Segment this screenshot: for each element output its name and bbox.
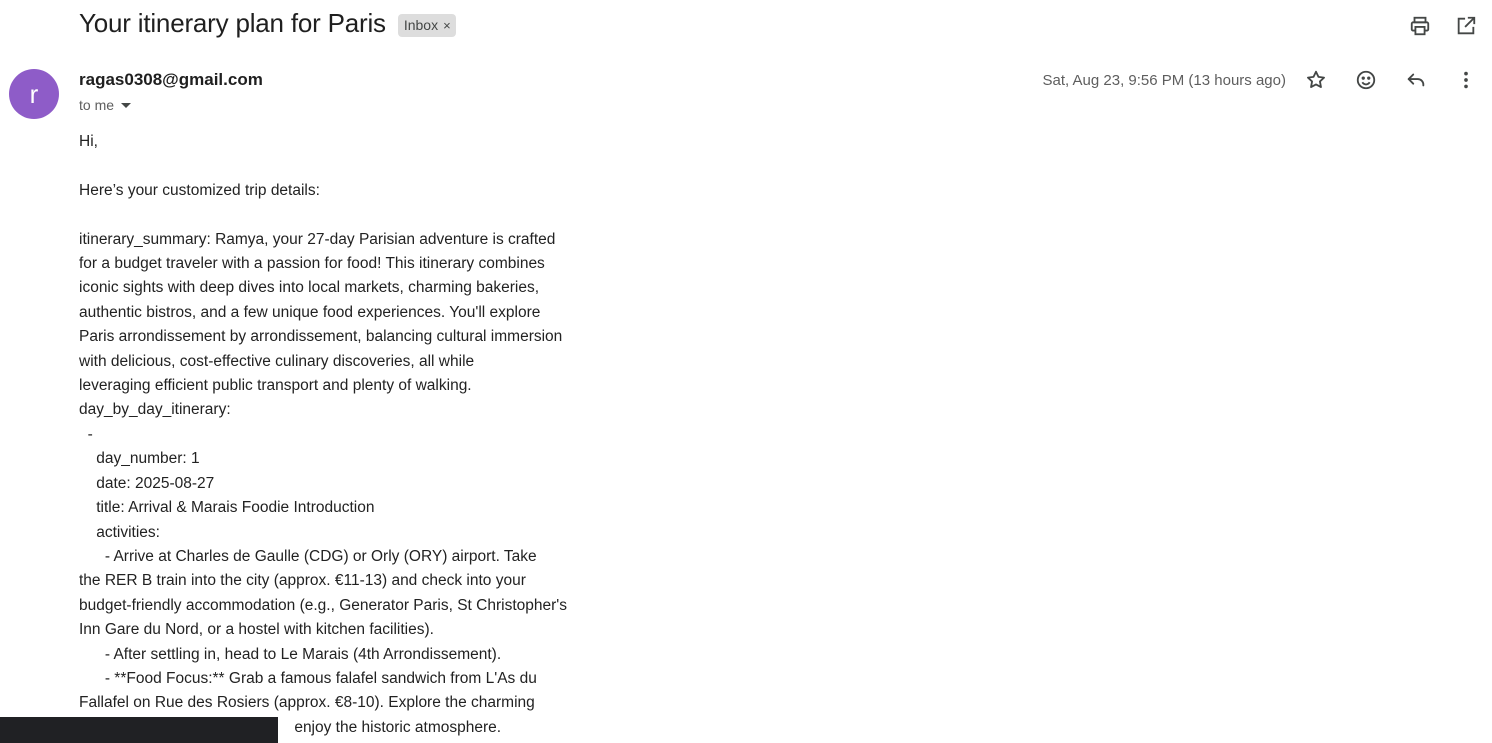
snackbar <box>0 717 278 743</box>
body-line: leveraging efficient public transport an… <box>79 377 472 395</box>
body-line: day_number: 1 <box>79 450 200 468</box>
more-vert-icon[interactable] <box>1454 68 1478 92</box>
body-line: itinerary_summary: Ramya, your 27-day Pa… <box>79 230 556 248</box>
thread-actions <box>1408 14 1478 38</box>
body-line: budget-friendly accommodation (e.g., Gen… <box>79 596 567 614</box>
email-header: Your itinerary plan for Paris Inbox × <box>79 8 456 39</box>
open-in-new-window-icon[interactable] <box>1454 14 1478 38</box>
email-subject: Your itinerary plan for Paris <box>79 8 386 38</box>
body-line: iconic sights with deep dives into local… <box>79 279 540 297</box>
body-line: Here’s your customized trip details: <box>79 181 320 199</box>
reply-icon[interactable] <box>1404 68 1428 92</box>
body-line <box>79 203 599 227</box>
body-line: - Arrive at Charles de Gaulle (CDG) or O… <box>79 547 537 565</box>
body-line: - After settling in, head to Le Marais (… <box>79 645 502 663</box>
recipient-text: to me <box>79 97 115 113</box>
message-date: Sat, Aug 23, 9:56 PM (13 hours ago) <box>1042 71 1287 89</box>
email-body: Hi, Here’s your customized trip details:… <box>79 130 599 740</box>
sender-email[interactable]: ragas0308@gmail.com <box>79 70 263 90</box>
message-meta: Sat, Aug 23, 9:56 PM (13 hours ago) <box>1043 68 1479 92</box>
chevron-down-icon <box>121 102 132 108</box>
label-text: Inbox <box>403 17 439 33</box>
body-line: with delicious, cost-effective culinary … <box>79 352 475 370</box>
avatar[interactable]: r <box>9 69 59 119</box>
remove-label-button[interactable]: × <box>443 18 451 33</box>
body-line: - <box>79 425 93 443</box>
recipient-details-toggle[interactable]: to me <box>79 97 132 113</box>
star-icon[interactable] <box>1304 68 1328 92</box>
body-line: date: 2025-08-27 <box>79 474 215 492</box>
body-line <box>79 154 599 178</box>
body-line: - **Food Focus:** Grab a famous falafel … <box>79 669 537 687</box>
body-line: Inn Gare du Nord, or a hostel with kitch… <box>79 621 434 639</box>
emoji-reaction-icon[interactable] <box>1354 68 1378 92</box>
print-icon[interactable] <box>1408 14 1432 38</box>
body-line: activities: <box>79 523 160 541</box>
body-line: title: Arrival & Marais Foodie Introduct… <box>79 499 375 517</box>
body-line: Hi, <box>79 133 98 150</box>
body-line: day_by_day_itinerary: <box>79 401 231 419</box>
body-line: for a budget traveler with a passion for… <box>79 255 545 273</box>
body-line: the RER B train into the city (approx. €… <box>79 572 526 590</box>
inbox-label-chip[interactable]: Inbox × <box>397 13 456 37</box>
body-line: Paris arrondissement by arrondissement, … <box>79 328 563 346</box>
body-line: Fallafel on Rue des Rosiers (approx. €8-… <box>79 694 535 712</box>
body-line: authentic bistros, and a few unique food… <box>79 303 541 321</box>
